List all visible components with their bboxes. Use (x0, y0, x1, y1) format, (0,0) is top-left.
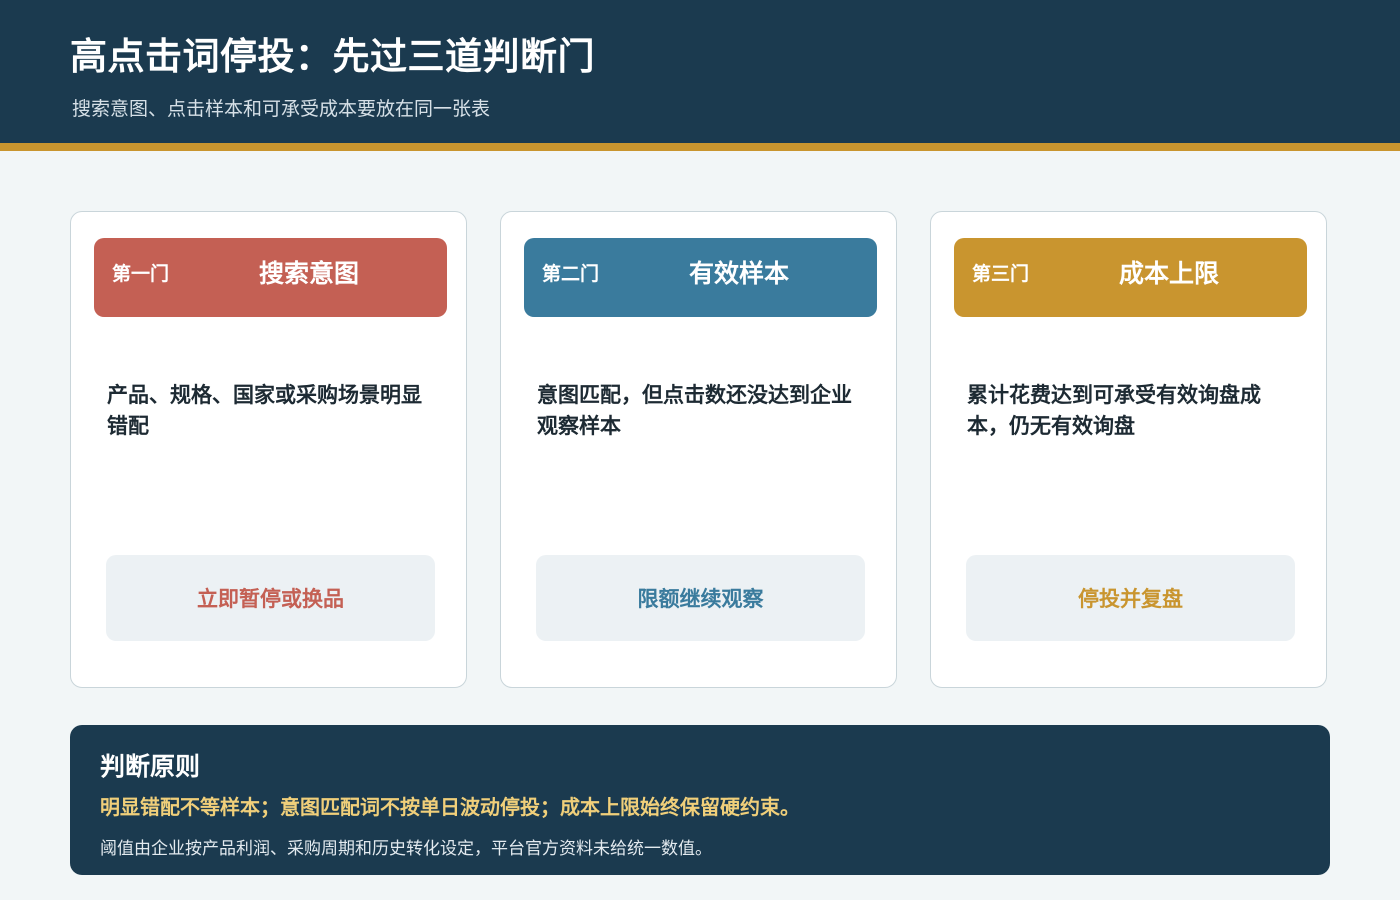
gate-description: 累计花费达到可承受有效询盘成本，仍无有效询盘 (967, 383, 1261, 438)
gate-action-button[interactable]: 停投并复盘 (966, 555, 1295, 641)
gate-card-1: 第一门 搜索意图 产品、规格、国家或采购场景明显错配 立即暂停或换品 (70, 211, 467, 688)
principle-heading: 判断原则 (100, 752, 201, 781)
gate-header-3: 第三门 成本上限 (954, 238, 1307, 317)
gate-card-3: 第三门 成本上限 累计花费达到可承受有效询盘成本，仍无有效询盘 停投并复盘 (930, 211, 1327, 688)
gate-description: 意图匹配，但点击数还没达到企业观察样本 (537, 383, 852, 438)
page-subtitle: 搜索意图、点击样本和可承受成本要放在同一张表 (72, 98, 491, 120)
gate-header-1: 第一门 搜索意图 (94, 238, 447, 317)
page-title: 高点击词停投：先过三道判断门 (70, 35, 595, 78)
gate-action-button[interactable]: 立即暂停或换品 (106, 555, 435, 641)
gate-title: 成本上限 (1118, 259, 1219, 288)
gate-card-2: 第二门 有效样本 意图匹配，但点击数还没达到企业观察样本 限额继续观察 (500, 211, 897, 688)
gate-action-button[interactable]: 限额继续观察 (536, 555, 865, 641)
principle-highlight: 明显错配不等样本；意图匹配词不按单日波动停投；成本上限始终保留硬约束。 (100, 795, 800, 819)
gate-description: 产品、规格、国家或采购场景明显错配 (107, 383, 422, 438)
accent-stripe (0, 143, 1400, 151)
principle-note: 阈值由企业按产品利润、采购周期和历史转化设定，平台官方资料未给统一数值。 (100, 839, 712, 859)
gate-header-2: 第二门 有效样本 (524, 238, 877, 317)
gate-title: 有效样本 (688, 259, 789, 288)
gate-title: 搜索意图 (258, 259, 359, 288)
principle-panel: 判断原则 明显错配不等样本；意图匹配词不按单日波动停投；成本上限始终保留硬约束。… (70, 725, 1330, 875)
page-header: 高点击词停投：先过三道判断门 搜索意图、点击样本和可承受成本要放在同一张表 (0, 0, 1400, 143)
